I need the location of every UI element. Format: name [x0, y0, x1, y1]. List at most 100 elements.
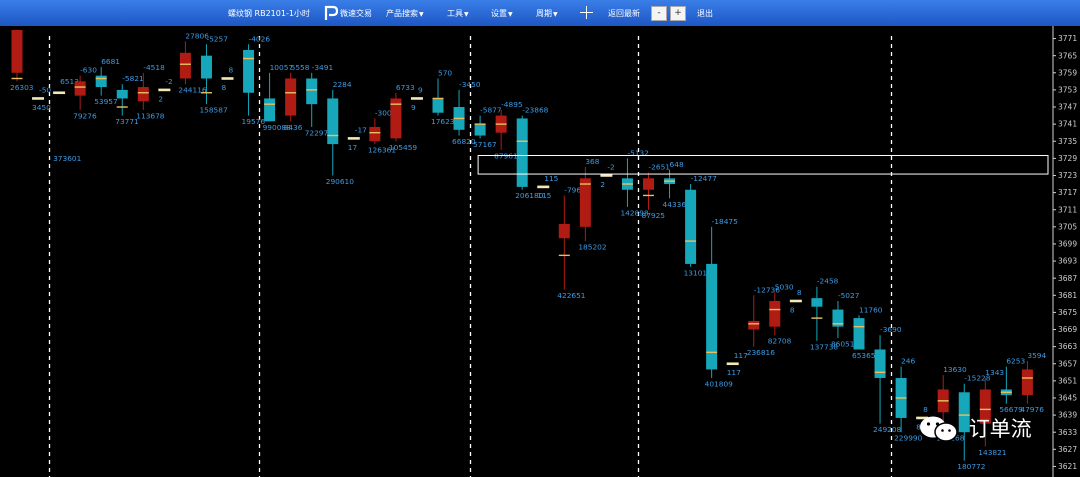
y-tick-label: 3687	[1058, 274, 1077, 283]
menu-period[interactable]: 周期▼	[536, 8, 558, 19]
delta-label: -3450	[459, 80, 481, 89]
up-candle-body	[179, 52, 191, 79]
y-tick-label: 3621	[1058, 462, 1077, 471]
volume-label: 2	[158, 94, 163, 103]
y-tick-label: 3723	[1058, 171, 1077, 180]
delta-label: -5132	[627, 148, 648, 157]
menu-label: 工具	[447, 9, 463, 18]
delta-label: 648	[670, 160, 684, 169]
down-candle-body	[474, 124, 486, 136]
delta-label: -5257	[206, 34, 228, 43]
y-tick-label: 3675	[1058, 308, 1077, 317]
up-candle-body	[285, 78, 297, 116]
volume-label: 87925	[642, 211, 666, 220]
y-tick-label: 3699	[1058, 240, 1077, 249]
volume-label: 158587	[199, 106, 228, 115]
delta-label: 570	[438, 68, 452, 77]
highlight-rectangle	[477, 155, 1049, 175]
delta-label: -630	[80, 66, 97, 75]
delta-label: 6253	[1006, 357, 1025, 366]
y-tick-label: 3693	[1058, 257, 1077, 266]
delta-label: -2	[607, 163, 614, 172]
menu-label: 产品搜索	[386, 9, 418, 18]
up-candle-body	[558, 223, 570, 239]
up-candle-body	[1021, 369, 1033, 396]
candlestick-chart[interactable]: 3771 3765 3759 3753 3747 3741 3735 3729 3723 3717…	[0, 26, 1080, 477]
volume-label: 44336	[663, 200, 687, 209]
down-candle-body	[243, 49, 255, 93]
zoom-out-button[interactable]: -	[651, 6, 667, 21]
y-tick-label: 3771	[1058, 34, 1077, 43]
y-tick-label: 3729	[1058, 154, 1077, 163]
volume-label: 105459	[389, 143, 418, 152]
delta-label: 6681	[101, 57, 120, 66]
delta-label: 3594	[1027, 351, 1046, 360]
volume-label: 185202	[578, 243, 606, 252]
volume-label: 9	[411, 103, 416, 112]
volume-label: 180772	[957, 462, 985, 471]
delta-label: -3690	[880, 325, 902, 334]
y-tick-label: 3651	[1058, 376, 1077, 385]
volume-label: 422651	[557, 291, 586, 300]
y-tick-label: 3681	[1058, 291, 1077, 300]
volume-label: 17623	[431, 117, 455, 126]
reset-latest-button[interactable]: 返回最新	[608, 8, 640, 19]
menu-product-search[interactable]: 产品搜索▼	[386, 8, 424, 19]
delta-label: -5877	[480, 106, 502, 115]
down-candle-body	[811, 298, 823, 307]
up-candle-body	[369, 126, 381, 142]
volume-label: 8	[222, 83, 227, 92]
menu-label: 设置	[491, 9, 507, 18]
chevron-down-icon: ▼	[419, 11, 424, 18]
down-candle-body	[874, 349, 886, 379]
delta-label: -2458	[817, 277, 839, 286]
volume-label: 8436	[284, 123, 303, 132]
menu-tools[interactable]: 工具▼	[447, 8, 469, 19]
volume-label: 26303	[10, 83, 34, 92]
delta-label: 9	[418, 86, 423, 95]
up-candle-body	[74, 81, 86, 96]
down-candle-body	[306, 78, 318, 105]
y-tick-label: 3753	[1058, 86, 1077, 95]
y-tick-label: 3669	[1058, 325, 1077, 334]
y-tick-label: 3759	[1058, 68, 1077, 77]
up-candle-body	[11, 30, 23, 73]
y-tick-label: 3657	[1058, 359, 1077, 368]
down-candle-body	[706, 263, 718, 370]
delta-label: 5030	[775, 282, 794, 291]
delta-label: -2	[165, 77, 172, 86]
volume-label: 115	[537, 191, 551, 200]
down-candle-body	[116, 89, 128, 99]
up-candle-body	[137, 87, 149, 102]
down-candle-body	[516, 118, 528, 187]
delta-label: 11760	[859, 305, 883, 314]
crosshair-icon[interactable]	[580, 6, 593, 19]
delta-label: -3491	[312, 63, 334, 72]
y-tick-label: 3717	[1058, 188, 1077, 197]
volume-label: 72297	[305, 128, 329, 137]
chart-title: 螺纹钢 RB2101-1小时	[228, 9, 310, 18]
chevron-down-icon: ▼	[508, 11, 513, 18]
volume-label: 236816	[747, 348, 776, 357]
y-tick-label: 3765	[1058, 51, 1077, 60]
up-candle-body	[579, 178, 591, 227]
up-candle-body	[769, 300, 781, 327]
volume-label: 53957	[94, 97, 118, 106]
brand-logo-icon	[324, 5, 338, 20]
exit-button[interactable]: 退出	[697, 8, 713, 19]
down-candle-body	[200, 55, 212, 79]
delta-label: -5821	[122, 74, 144, 83]
volume-label: 290610	[326, 177, 355, 186]
menu-label: 周期	[536, 9, 552, 18]
delta-label: 2284	[333, 80, 352, 89]
up-candle-body	[748, 320, 760, 330]
volume-label: 79276	[73, 111, 97, 120]
delta-label: -23868	[522, 106, 548, 115]
volume-label: 57167	[473, 140, 497, 149]
zoom-in-button[interactable]: +	[670, 6, 686, 21]
y-tick-label: 3663	[1058, 342, 1077, 351]
volume-label: 82708	[768, 337, 792, 346]
menu-settings[interactable]: 设置▼	[491, 8, 513, 19]
y-tick-label: 3633	[1058, 428, 1077, 437]
delta-label: -12477	[691, 174, 717, 183]
